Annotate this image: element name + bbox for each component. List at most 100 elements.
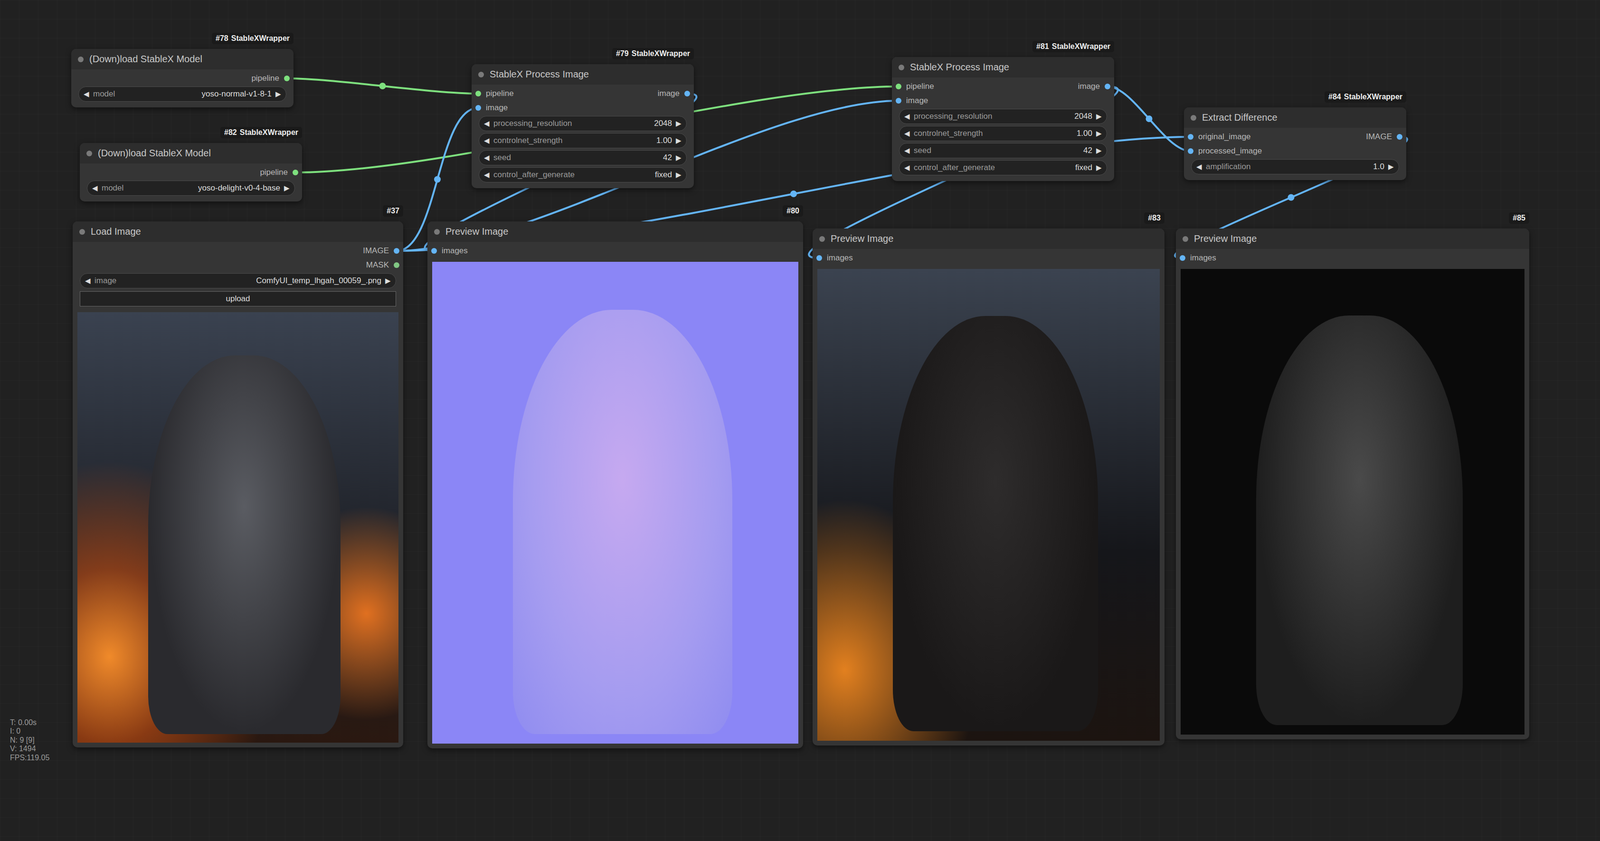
decrement-arrow[interactable]: ◀	[904, 129, 910, 138]
widget[interactable]: ◀ seed 42 ▶	[478, 150, 687, 166]
increment-arrow[interactable]: ▶	[284, 183, 290, 193]
increment-arrow[interactable]: ▶	[1096, 146, 1102, 155]
widget-label: control_after_generate	[913, 162, 1072, 173]
node-title-bar[interactable]: Preview Image	[1175, 228, 1530, 249]
increment-arrow[interactable]: ▶	[675, 153, 682, 162]
decrement-arrow[interactable]: ◀	[904, 163, 910, 172]
input-dot-icon[interactable]	[475, 104, 482, 111]
collapse-dot-icon[interactable]	[819, 236, 825, 242]
output-dot-icon[interactable]	[393, 262, 400, 268]
input-dot-icon[interactable]	[1187, 148, 1194, 154]
node[interactable]: #79 StableXWrapper StableX Process Image…	[471, 64, 694, 189]
output-dot-icon[interactable]	[393, 247, 400, 254]
input-label: images	[441, 246, 468, 256]
increment-arrow[interactable]: ▶	[1096, 112, 1102, 121]
decrement-arrow[interactable]: ◀	[85, 276, 91, 285]
collapse-dot-icon[interactable]	[898, 64, 905, 71]
widget[interactable]: ◀ seed 42 ▶	[899, 142, 1108, 159]
decrement-arrow[interactable]: ◀	[904, 112, 910, 121]
increment-arrow[interactable]: ▶	[675, 136, 682, 145]
input-dot-icon[interactable]	[895, 97, 902, 104]
widget[interactable]: ◀ amplification 1.0 ▶	[1191, 159, 1400, 175]
slot-row: images	[427, 243, 804, 258]
widget[interactable]: ◀ control_after_generate fixed ▶	[899, 160, 1108, 176]
node-title-bar[interactable]: StableX Process Image	[471, 64, 694, 85]
node[interactable]: #84 StableXWrapper Extract Difference or…	[1183, 107, 1407, 180]
decrement-arrow[interactable]: ◀	[483, 119, 490, 128]
node-title-bar[interactable]: Preview Image	[427, 221, 804, 242]
node-title-bar[interactable]: (Down)load StableX Model	[71, 48, 294, 70]
decrement-arrow[interactable]: ◀	[904, 146, 910, 155]
node[interactable]: #80 Preview Image images	[427, 221, 804, 748]
node-badge: #85	[1508, 212, 1530, 224]
output-dot-icon[interactable]	[684, 90, 691, 97]
upload-button[interactable]: upload	[79, 291, 397, 307]
increment-arrow[interactable]: ▶	[675, 119, 682, 128]
output-dot-icon[interactable]	[1104, 83, 1111, 90]
input-dot-icon[interactable]	[1187, 133, 1194, 140]
node[interactable]: #82 StableXWrapper (Down)load StableX Mo…	[79, 142, 303, 202]
decrement-arrow[interactable]: ◀	[1196, 162, 1203, 171]
collapse-dot-icon[interactable]	[1182, 236, 1189, 242]
increment-arrow[interactable]: ▶	[275, 89, 282, 99]
collapse-dot-icon[interactable]	[77, 56, 84, 63]
node-title-bar[interactable]: Extract Difference	[1183, 107, 1407, 128]
input-dot-icon[interactable]	[431, 247, 437, 254]
node[interactable]: #85 Preview Image images	[1175, 228, 1530, 739]
decrement-arrow[interactable]: ◀	[483, 136, 490, 145]
input-dot-icon[interactable]	[816, 255, 823, 261]
output-dot-icon[interactable]	[284, 75, 290, 82]
widget[interactable]: ◀ image ComfyUI_temp_lhgah_00059_.png ▶	[79, 273, 397, 289]
collapse-dot-icon[interactable]	[86, 150, 93, 157]
stat-line: I: 0	[9, 726, 50, 736]
increment-arrow[interactable]: ▶	[385, 276, 391, 285]
increment-arrow[interactable]: ▶	[675, 170, 682, 180]
node[interactable]: #83 Preview Image images	[812, 228, 1165, 746]
link-center-dot[interactable]	[379, 82, 387, 90]
collapse-dot-icon[interactable]	[434, 228, 440, 235]
increment-arrow[interactable]: ▶	[1388, 162, 1394, 171]
input-dot-icon[interactable]	[475, 90, 482, 97]
increment-arrow[interactable]: ▶	[1096, 163, 1102, 172]
widget-value: fixed	[654, 170, 673, 180]
widget[interactable]: ◀ model yoso-normal-v1-8-1 ▶	[78, 86, 287, 102]
decrement-arrow[interactable]: ◀	[83, 89, 90, 99]
decrement-arrow[interactable]: ◀	[483, 153, 490, 162]
node-title-bar[interactable]: StableX Process Image	[891, 56, 1115, 78]
slot-row: image	[891, 93, 1115, 108]
node-canvas[interactable]: #78 StableXWrapper (Down)load StableX Mo…	[0, 0, 1600, 841]
slot-row: pipeline image	[471, 86, 694, 101]
widget[interactable]: ◀ control_after_generate fixed ▶	[478, 167, 687, 183]
decrement-arrow[interactable]: ◀	[92, 183, 98, 193]
output-dot-icon[interactable]	[1396, 133, 1403, 140]
output-dot-icon[interactable]	[292, 169, 299, 176]
increment-arrow[interactable]: ▶	[1096, 129, 1102, 138]
widget-value: 42	[1083, 145, 1093, 156]
node[interactable]: #78 StableXWrapper (Down)load StableX Mo…	[71, 48, 294, 108]
collapse-dot-icon[interactable]	[79, 228, 86, 235]
widget[interactable]: ◀ processing_resolution 2048 ▶	[478, 115, 687, 132]
node-title: (Down)load StableX Model	[89, 53, 203, 65]
node[interactable]: #37 Load Image IMAGE MASK ◀ image ComfyU…	[72, 221, 404, 748]
widget-value: yoso-delight-v0-4-base	[198, 183, 281, 193]
widget-value: 1.00	[656, 135, 673, 146]
link-center-dot[interactable]	[790, 190, 797, 198]
widget[interactable]: ◀ model yoso-delight-v0-4-base ▶	[86, 180, 295, 196]
input-dot-icon[interactable]	[1179, 255, 1186, 261]
collapse-dot-icon[interactable]	[478, 71, 484, 78]
widget[interactable]: ◀ processing_resolution 2048 ▶	[899, 108, 1108, 124]
decrement-arrow[interactable]: ◀	[483, 170, 490, 180]
node[interactable]: #81 StableXWrapper StableX Process Image…	[891, 56, 1115, 181]
input-dot-icon[interactable]	[895, 83, 902, 90]
link-center-dot[interactable]	[1287, 194, 1295, 201]
stat-line: FPS:119.05	[9, 753, 50, 762]
link-center-dot[interactable]	[1145, 115, 1153, 123]
widget[interactable]: ◀ controlnet_strength 1.00 ▶	[899, 125, 1108, 142]
node-title-bar[interactable]: (Down)load StableX Model	[79, 142, 303, 164]
widget[interactable]: ◀ controlnet_strength 1.00 ▶	[478, 132, 687, 149]
node-title-bar[interactable]: Load Image	[72, 221, 404, 242]
node-title-bar[interactable]: Preview Image	[812, 228, 1165, 249]
widget-label: processing_resolution	[913, 111, 1071, 122]
link-center-dot[interactable]	[434, 176, 441, 183]
collapse-dot-icon[interactable]	[1190, 114, 1197, 121]
